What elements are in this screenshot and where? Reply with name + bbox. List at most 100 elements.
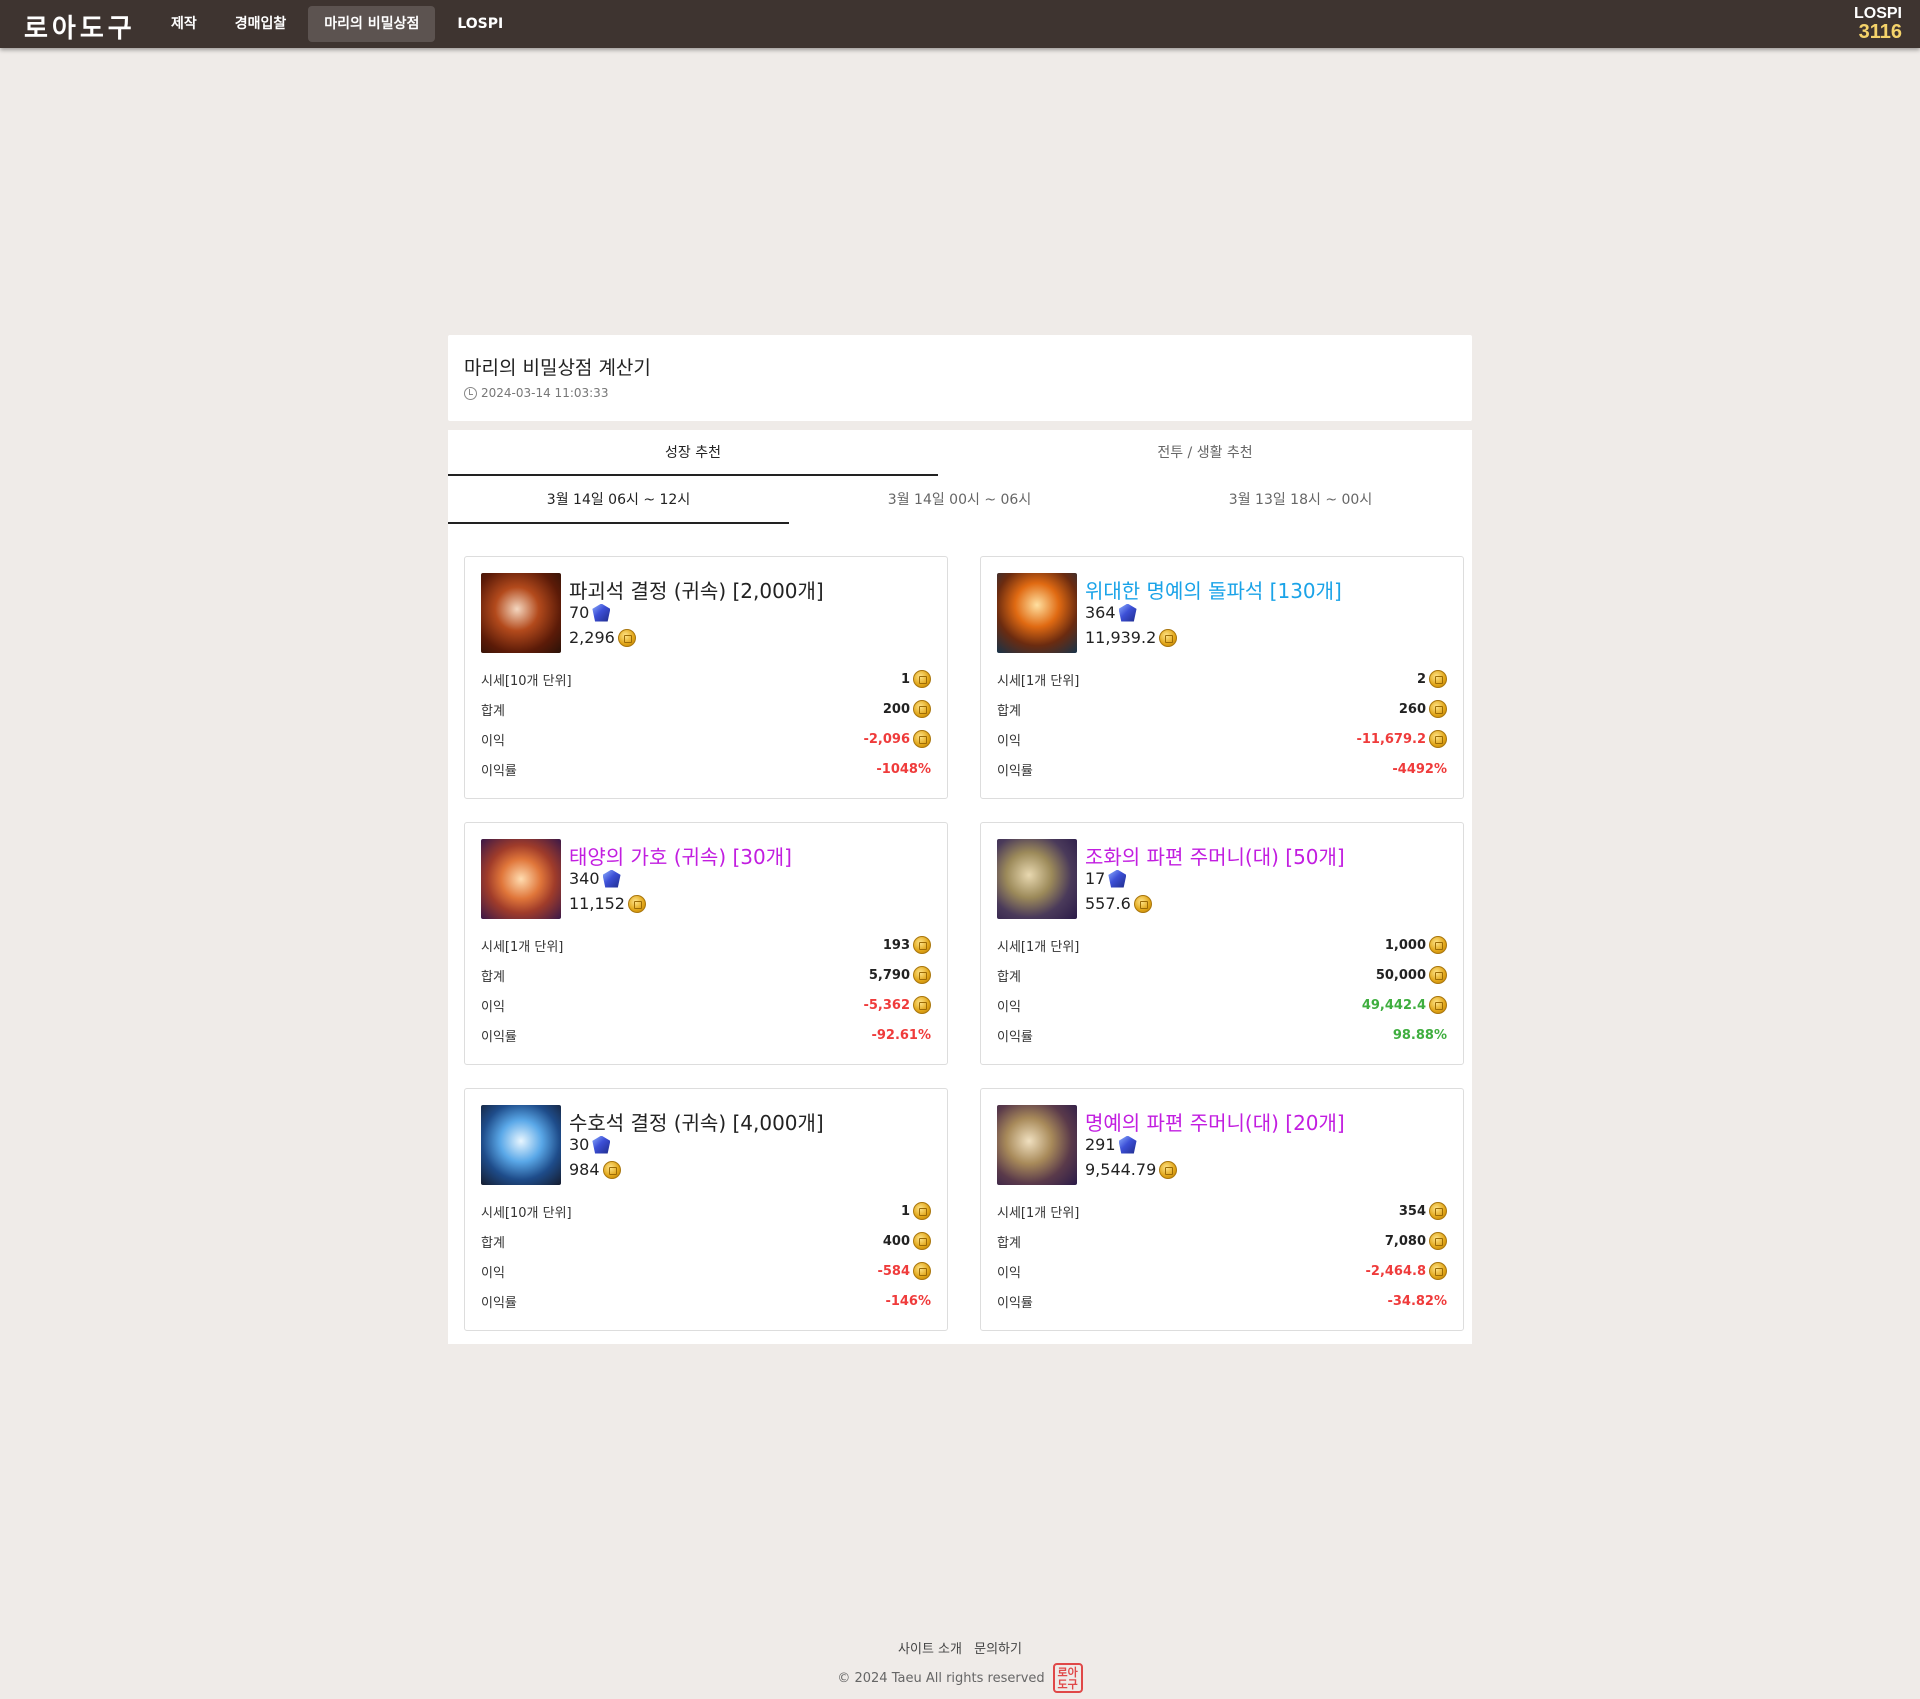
stat-market-price-value: 2 (1417, 670, 1447, 688)
stat-profit-label: 이익 (997, 1265, 1021, 1281)
blue-crystal-icon (1118, 1135, 1137, 1154)
blue-crystal-icon (592, 1135, 611, 1154)
gold-coin-icon (1429, 936, 1447, 954)
page-title: 마리의 비밀상점 계산기 (464, 357, 651, 379)
crystal-price-value: 70 (569, 603, 590, 622)
solar-protection-icon (481, 839, 561, 919)
gold-coin-icon (1429, 1202, 1447, 1220)
stat-profit-rate-number: -34.82% (1387, 1293, 1447, 1309)
item-name: 명예의 파편 주머니(대) [20개] (1085, 1111, 1345, 1135)
stat-market-price: 시세[1개 단위] 354 (997, 1200, 1447, 1222)
stat-market-price-label: 시세[1개 단위] (997, 1205, 1080, 1221)
item-card: 조화의 파편 주머니(대) [50개] 17 557.6 시세[1개 단위] 1,000… (980, 822, 1464, 1065)
crystal-price: 17 (1085, 869, 1127, 888)
stat-market-price-label: 시세[1개 단위] (997, 939, 1080, 955)
crystal-price: 70 (569, 603, 611, 622)
stat-profit-value: -11,679.2 (1356, 730, 1447, 748)
stat-profit-value: 49,442.4 (1362, 996, 1447, 1014)
stat-total-label: 합계 (997, 969, 1021, 985)
stat-total: 합계 200 (481, 698, 931, 720)
nav-item-mari-shop[interactable]: 마리의 비밀상점 (308, 6, 436, 42)
stamp-logo: 로아 도구 (1052, 1663, 1083, 1693)
gold-coin-icon (617, 628, 636, 647)
stat-total: 합계 400 (481, 1230, 931, 1252)
stat-total-value: 50,000 (1376, 966, 1447, 984)
stat-profit-rate-value: -1048% (876, 762, 931, 777)
lospi-value: 3116 (1858, 21, 1902, 43)
gold-price: 557.6 (1085, 894, 1152, 913)
stat-profit-rate: 이익률 -92.61% (481, 1024, 931, 1046)
gold-coin-icon (1429, 700, 1447, 718)
crystal-price: 340 (569, 869, 621, 888)
tab-growth-recommend[interactable]: 성장 추천 (448, 430, 938, 476)
crystal-price-value: 291 (1085, 1135, 1116, 1154)
stat-total: 합계 50,000 (997, 964, 1447, 986)
stat-profit-rate-label: 이익률 (481, 1295, 517, 1311)
stat-profit-rate-value: -146% (885, 1294, 931, 1309)
footer-link-about[interactable]: 사이트 소개 (898, 1642, 962, 1657)
stat-profit-rate: 이익률 -34.82% (997, 1290, 1447, 1312)
blue-crystal-icon (1108, 869, 1127, 888)
subtab-timeslot-2[interactable]: 3월 14일 00시 ~ 06시 (789, 476, 1130, 524)
stat-total-label: 합계 (997, 703, 1021, 719)
stat-profit-rate-number: -4492% (1392, 761, 1447, 777)
stat-market-price: 시세[1개 단위] 2 (997, 668, 1447, 690)
stat-market-price-label: 시세[1개 단위] (997, 673, 1080, 689)
stat-market-price-value: 1,000 (1385, 936, 1447, 954)
gold-price: 11,152 (569, 894, 646, 913)
stat-profit-label: 이익 (997, 733, 1021, 749)
item-name: 태양의 가호 (귀속) [30개] (569, 845, 792, 869)
stat-profit-value: -2,464.8 (1366, 1262, 1447, 1280)
stat-profit-rate-label: 이익률 (481, 763, 517, 779)
gold-coin-icon (913, 730, 931, 748)
site-logo[interactable]: 로아도구 (24, 8, 136, 45)
category-tabs: 성장 추천 전투 / 생활 추천 (448, 430, 1472, 476)
stat-profit-value: -5,362 (863, 996, 931, 1014)
last-updated-time: 2024-03-14 11:03:33 (481, 386, 609, 400)
stat-market-price-value: 354 (1399, 1202, 1447, 1220)
stat-profit-number: -2,096 (863, 731, 910, 747)
crystal-price-value: 17 (1085, 869, 1106, 888)
main-nav: 제작 경매입찰 마리의 비밀상점 LOSPI (155, 6, 519, 42)
stat-market-price: 시세[10개 단위] 1 (481, 668, 931, 690)
crystal-price: 364 (1085, 603, 1137, 622)
gold-coin-icon (913, 996, 931, 1014)
gold-coin-icon (1429, 730, 1447, 748)
stat-market-price: 시세[1개 단위] 1,000 (997, 934, 1447, 956)
gold-coin-icon (913, 936, 931, 954)
nav-item-auction-bid[interactable]: 경매입찰 (219, 6, 303, 42)
stat-total-number: 260 (1398, 701, 1426, 717)
stat-total-number: 50,000 (1375, 967, 1426, 983)
stat-profit-rate-label: 이익률 (997, 1029, 1033, 1045)
stat-market-price-value: 1 (901, 670, 931, 688)
stat-market-price-number: 1,000 (1384, 937, 1426, 953)
subtab-timeslot-3[interactable]: 3월 13일 18시 ~ 00시 (1130, 476, 1471, 524)
stat-profit: 이익 -2,464.8 (997, 1260, 1447, 1282)
stat-profit-number: -11,679.2 (1356, 731, 1426, 747)
stat-profit-value: -584 (877, 1262, 931, 1280)
gold-coin-icon (627, 894, 646, 913)
stat-total-label: 합계 (481, 703, 505, 719)
stat-total-label: 합계 (481, 1235, 505, 1251)
gold-price-value: 9,544.79 (1085, 1160, 1157, 1179)
stat-market-price-label: 시세[1개 단위] (481, 939, 564, 955)
crystal-price: 291 (1085, 1135, 1137, 1154)
stat-market-price-label: 시세[10개 단위] (481, 673, 572, 689)
item-name: 위대한 명예의 돌파석 [130개] (1085, 579, 1342, 603)
stat-market-price-number: 1 (900, 1203, 910, 1219)
tab-combat-life-recommend[interactable]: 전투 / 생활 추천 (938, 430, 1472, 476)
item-card: 태양의 가호 (귀속) [30개] 340 11,152 시세[1개 단위] 193 합계… (464, 822, 948, 1065)
item-name: 조화의 파편 주머니(대) [50개] (1085, 845, 1345, 869)
nav-item-crafting[interactable]: 제작 (155, 6, 213, 42)
item-name: 파괴석 결정 (귀속) [2,000개] (569, 579, 824, 603)
stat-profit-rate-number: 98.88% (1392, 1027, 1447, 1043)
stat-profit-label: 이익 (997, 999, 1021, 1015)
nav-item-lospi[interactable]: LOSPI (441, 6, 519, 42)
guardian-crystal-icon (481, 1105, 561, 1185)
stat-profit-rate-value: -34.82% (1387, 1294, 1447, 1309)
gold-coin-icon (1133, 894, 1152, 913)
stat-total-label: 합계 (481, 969, 505, 985)
subtab-timeslot-1[interactable]: 3월 14일 06시 ~ 12시 (448, 476, 789, 524)
stat-market-price-number: 193 (882, 937, 910, 953)
footer-link-contact[interactable]: 문의하기 (974, 1642, 1022, 1657)
